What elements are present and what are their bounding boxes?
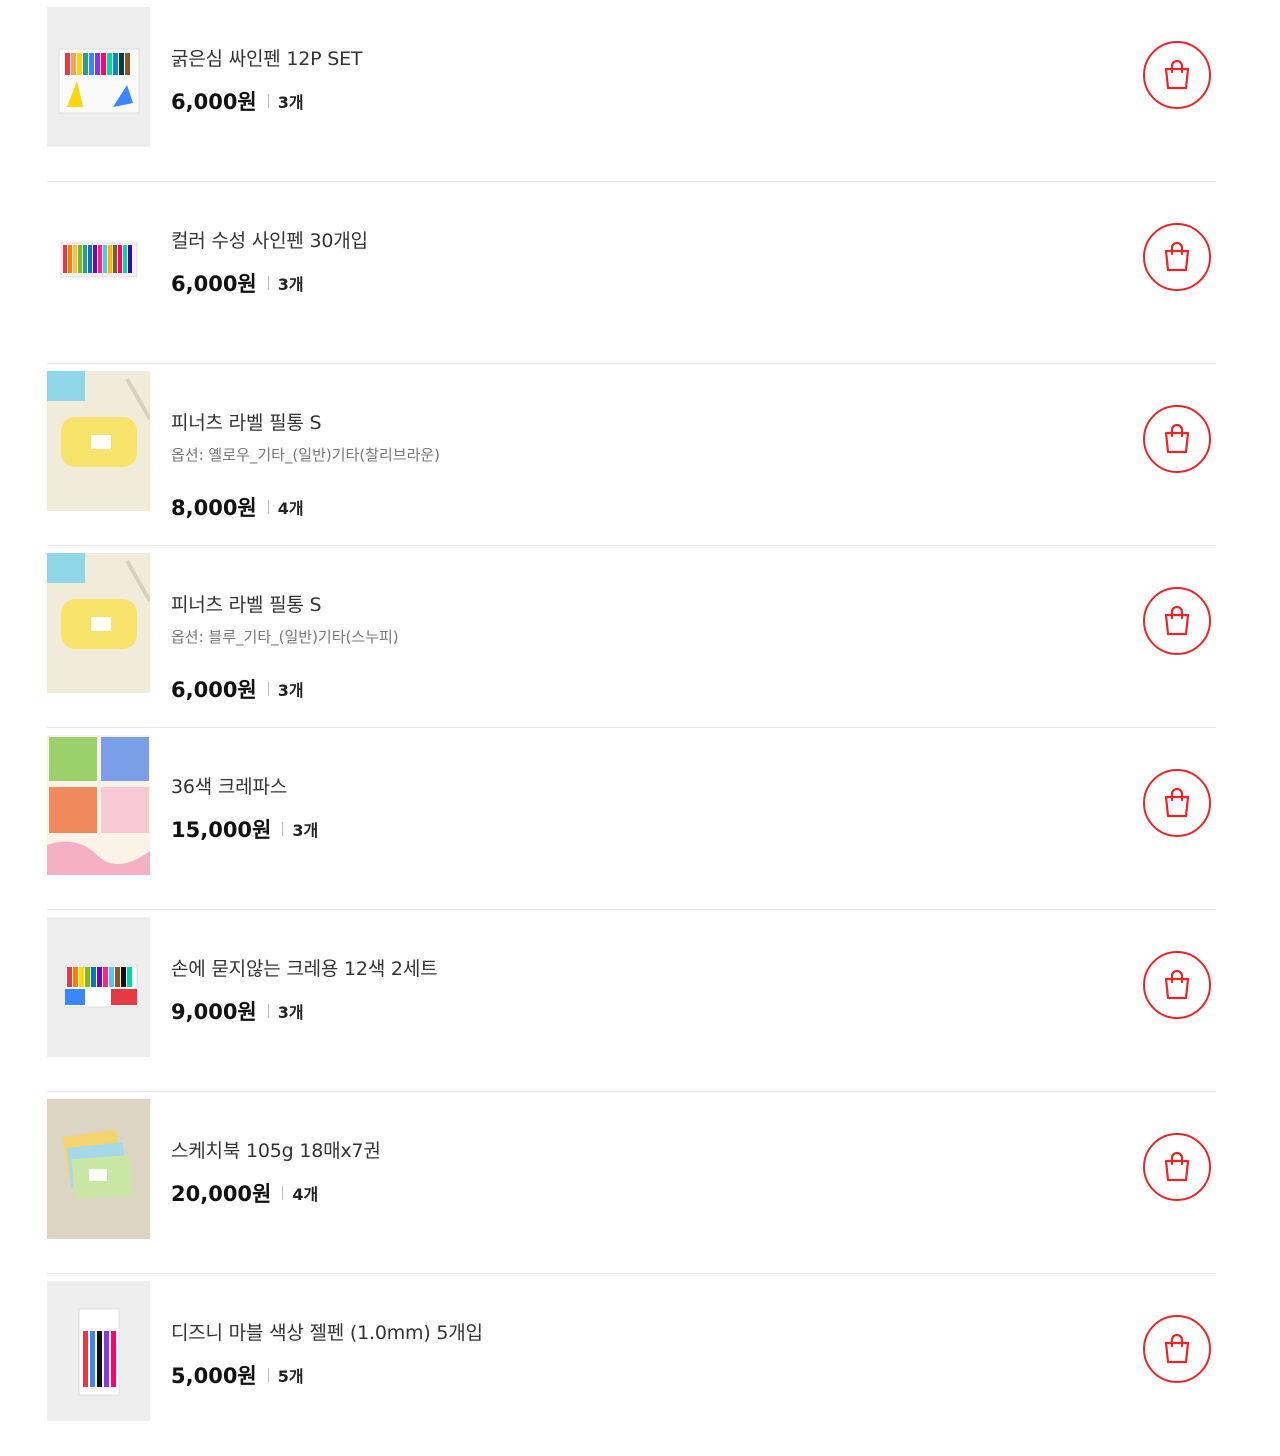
divider (282, 822, 284, 836)
product-price: 8,000원 (171, 496, 257, 520)
product-thumbnail[interactable] (47, 1099, 150, 1239)
shopping-bag-icon (1164, 787, 1190, 818)
price-line: 6,000원 3개 (171, 86, 304, 116)
shopping-bag-icon (1164, 59, 1190, 90)
divider (267, 1368, 269, 1382)
add-to-cart-button[interactable] (1143, 951, 1211, 1019)
add-to-cart-button[interactable] (1143, 41, 1211, 109)
price-line: 9,000원 3개 (171, 996, 304, 1026)
product-thumbnail[interactable] (47, 917, 150, 1057)
product-quantity: 3개 (277, 275, 304, 294)
product-name[interactable]: 손에 묻지않는 크레용 12색 2세트 (171, 954, 438, 981)
product-thumbnail[interactable] (47, 1281, 150, 1421)
product-quantity: 4개 (277, 499, 304, 518)
product-thumbnail[interactable] (47, 7, 150, 147)
price-line: 8,000원 4개 (171, 492, 304, 522)
list-item: 굵은심 싸인펜 12P SET 6,000원 3개 (47, 0, 1216, 182)
divider (267, 276, 269, 290)
divider (267, 500, 269, 514)
shopping-bag-icon (1164, 969, 1190, 1000)
list-item: 디즈니 마블 색상 젤펜 (1.0mm) 5개입 5,000원 5개 (47, 1274, 1216, 1456)
product-thumbnail[interactable] (47, 735, 150, 875)
order-item-list: 굵은심 싸인펜 12P SET 6,000원 3개 컬러 수성 사인펜 30개입… (47, 0, 1216, 1456)
price-line: 5,000원 5개 (171, 1360, 304, 1390)
shopping-bag-icon (1164, 241, 1190, 272)
product-name[interactable]: 피너츠 라벨 필통 S (171, 590, 322, 617)
add-to-cart-button[interactable] (1143, 1133, 1211, 1201)
product-price: 6,000원 (171, 272, 257, 296)
price-line: 20,000원 4개 (171, 1178, 318, 1208)
price-line: 6,000원 3개 (171, 674, 304, 704)
shopping-bag-icon (1164, 1333, 1190, 1364)
divider (267, 682, 269, 696)
list-item: 피너츠 라벨 필통 S 옵션: 옐로우_기타_(일반)기타(찰리브라운) 8,0… (47, 364, 1216, 546)
product-quantity: 5개 (277, 1367, 304, 1386)
shopping-bag-icon (1164, 605, 1190, 636)
product-price: 15,000원 (171, 818, 272, 842)
list-item: 스케치북 105g 18매x7권 20,000원 4개 (47, 1092, 1216, 1274)
product-option: 옵션: 옐로우_기타_(일반)기타(찰리브라운) (171, 446, 441, 464)
product-thumbnail[interactable] (47, 189, 150, 329)
price-line: 15,000원 3개 (171, 814, 318, 844)
add-to-cart-button[interactable] (1143, 1315, 1211, 1383)
product-thumbnail[interactable] (47, 371, 150, 511)
list-item: 피너츠 라벨 필통 S 옵션: 블루_기타_(일반)기타(스누피) 6,000원… (47, 546, 1216, 728)
add-to-cart-button[interactable] (1143, 405, 1211, 473)
shopping-bag-icon (1164, 423, 1190, 454)
product-name[interactable]: 36색 크레파스 (171, 772, 287, 799)
product-price: 6,000원 (171, 90, 257, 114)
product-price: 5,000원 (171, 1364, 257, 1388)
product-name[interactable]: 디즈니 마블 색상 젤펜 (1.0mm) 5개입 (171, 1318, 483, 1345)
price-line: 6,000원 3개 (171, 268, 304, 298)
product-quantity: 3개 (277, 681, 304, 700)
add-to-cart-button[interactable] (1143, 223, 1211, 291)
product-name[interactable]: 스케치북 105g 18매x7권 (171, 1136, 381, 1163)
divider (282, 1186, 284, 1200)
list-item: 36색 크레파스 15,000원 3개 (47, 728, 1216, 910)
product-price: 9,000원 (171, 1000, 257, 1024)
product-name[interactable]: 굵은심 싸인펜 12P SET (171, 44, 363, 71)
list-item: 손에 묻지않는 크레용 12색 2세트 9,000원 3개 (47, 910, 1216, 1092)
product-price: 6,000원 (171, 678, 257, 702)
product-price: 20,000원 (171, 1182, 272, 1206)
add-to-cart-button[interactable] (1143, 769, 1211, 837)
product-quantity: 4개 (292, 1185, 319, 1204)
product-quantity: 3개 (277, 1003, 304, 1022)
list-item: 컬러 수성 사인펜 30개입 6,000원 3개 (47, 182, 1216, 364)
product-name[interactable]: 피너츠 라벨 필통 S (171, 408, 322, 435)
divider (267, 1004, 269, 1018)
shopping-bag-icon (1164, 1151, 1190, 1182)
product-quantity: 3개 (292, 821, 319, 840)
product-option: 옵션: 블루_기타_(일반)기타(스누피) (171, 628, 399, 646)
product-quantity: 3개 (277, 93, 304, 112)
product-name[interactable]: 컬러 수성 사인펜 30개입 (171, 226, 368, 253)
product-thumbnail[interactable] (47, 553, 150, 693)
add-to-cart-button[interactable] (1143, 587, 1211, 655)
divider (267, 94, 269, 108)
